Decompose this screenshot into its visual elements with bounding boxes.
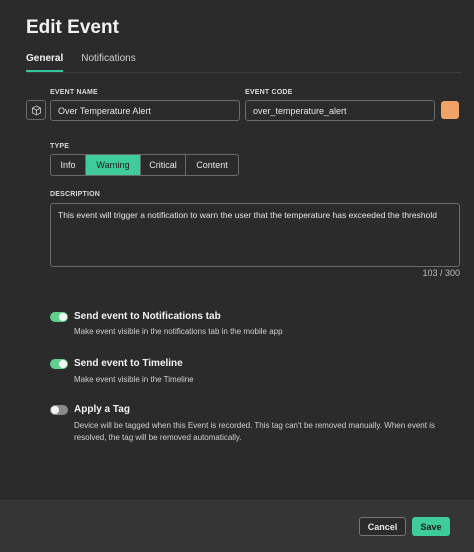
dialog-title: Edit Event — [26, 17, 119, 38]
description-label: DESCRIPTION — [50, 191, 101, 198]
apply-tag-option-title: Apply a Tag — [74, 404, 130, 415]
type-option-info[interactable]: Info — [51, 155, 86, 175]
event-name-input[interactable]: Over Temperature Alert — [50, 100, 240, 121]
notifications-tab-option-subtitle: Make event visible in the notifications … — [74, 327, 283, 336]
timeline-option-title: Send event to Timeline — [74, 358, 183, 369]
tab-divider — [26, 72, 462, 73]
description-textarea[interactable]: This event will trigger a notification t… — [50, 203, 460, 267]
cancel-button[interactable]: Cancel — [359, 517, 406, 536]
type-option-warning[interactable]: Warning — [86, 155, 141, 175]
event-code-value: over_temperature_alert — [253, 105, 347, 116]
edit-event-dialog: Edit Event General Notifications EVENT N… — [0, 0, 474, 552]
notifications-tab-toggle[interactable] — [50, 312, 68, 322]
type-option-content[interactable]: Content — [186, 155, 238, 175]
toggle-knob — [59, 313, 67, 321]
tab-notifications[interactable]: Notifications — [81, 53, 135, 70]
type-option-critical[interactable]: Critical — [141, 155, 186, 175]
description-char-counter: 103 / 300 — [422, 268, 460, 278]
toggle-knob — [51, 406, 59, 414]
apply-tag-toggle[interactable] — [50, 405, 68, 415]
tab-general[interactable]: General — [26, 53, 64, 72]
event-name-label: EVENT NAME — [50, 89, 98, 96]
cube-icon — [31, 105, 41, 115]
type-segmented-control: Info Warning Critical Content — [50, 154, 239, 176]
toggle-knob — [59, 360, 67, 368]
save-button[interactable]: Save — [412, 517, 450, 536]
event-icon-picker[interactable] — [26, 100, 46, 120]
tab-bar: General Notifications — [26, 53, 136, 72]
event-color-swatch[interactable] — [441, 101, 459, 119]
event-code-input[interactable]: over_temperature_alert — [245, 100, 435, 121]
timeline-toggle[interactable] — [50, 359, 68, 369]
event-code-label: EVENT CODE — [245, 89, 293, 96]
apply-tag-option-subtitle: Device will be tagged when this Event is… — [74, 421, 435, 442]
timeline-option-subtitle: Make event visible in the Timeline — [74, 375, 194, 384]
type-label: TYPE — [50, 143, 70, 150]
notifications-tab-option-title: Send event to Notifications tab — [74, 311, 221, 322]
event-name-value: Over Temperature Alert — [58, 105, 151, 116]
